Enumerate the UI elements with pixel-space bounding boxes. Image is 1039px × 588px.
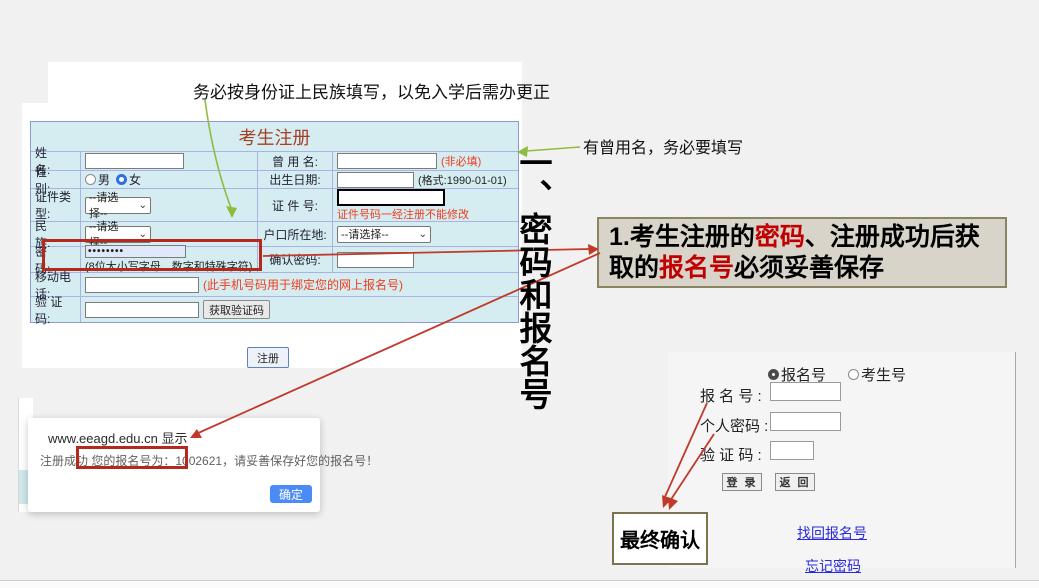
used-name-input[interactable] (337, 153, 437, 169)
birth-label: 出生日期: (258, 171, 333, 188)
male-radio-label[interactable]: 男 (98, 171, 110, 188)
forgot-password-link[interactable]: 忘记密码 (805, 556, 861, 576)
chevron-down-icon: ⌄ (139, 200, 147, 211)
login-password-input[interactable] (770, 412, 841, 431)
captcha-cell: 获取验证码 (81, 297, 518, 322)
id-no-note: 证件号码一经注册不能修改 (337, 206, 469, 222)
annotation-used-name-note: 有曾用名，务必要填写 (583, 134, 743, 158)
gender-cell: 男 女 (81, 171, 258, 188)
chevron-down-icon: ⌄ (139, 229, 147, 240)
residence-cell: --请选择-- ⌄ (333, 222, 518, 246)
dialog-ok-button[interactable]: 确定 (270, 485, 312, 503)
bottom-strip (0, 580, 1039, 588)
back-button[interactable]: 返 回 (775, 473, 815, 491)
note-highlight-regnumber: 报名号 (659, 254, 734, 282)
confirm-password-label: 确认密码: (258, 247, 333, 272)
form-row-name: 姓 名: 曾 用 名: (非必填) (31, 152, 518, 171)
birth-input[interactable] (337, 172, 414, 188)
id-type-select[interactable]: --请选择--⌄ (85, 197, 151, 214)
note-text: 1.考生注册的 (609, 223, 755, 251)
chevron-down-icon: ⌄ (419, 229, 427, 240)
form-row-gender: 性 别: 男 女 出生日期: (格式:1990-01-01) (31, 171, 518, 189)
used-name-note: (非必填) (441, 153, 481, 169)
captcha-input[interactable] (85, 302, 199, 318)
mobile-input[interactable] (85, 277, 199, 293)
dialog-message-suffix: 请妥善保存好您的报名号！ (234, 454, 378, 468)
id-no-label: 证 件 号: (258, 189, 333, 221)
birth-note: (格式:1990-01-01) (418, 172, 507, 188)
female-radio[interactable] (116, 174, 127, 185)
form-row-captcha: 验 证 码: 获取验证码 (31, 297, 518, 322)
confirm-password-input[interactable] (337, 252, 414, 268)
residence-select-value: --请选择-- (341, 226, 389, 242)
login-captcha-input[interactable] (770, 441, 814, 460)
confirm-password-cell (333, 247, 518, 272)
key-point-note-box: 1.考生注册的密码、注册成功后获取的报名号必须妥善保存 (597, 217, 1007, 288)
section-title-vertical: 一、密码和报名号 (517, 146, 550, 410)
login-button[interactable]: 登 录 (722, 473, 762, 491)
used-name-label: 曾 用 名: (258, 152, 333, 170)
form-row-mobile: 移动电话: (此手机号码用于绑定您的网上报名号) (31, 273, 518, 297)
annotation-ethnicity-note: 务必按身份证上民族填写，以免入学后需办更正 (193, 78, 550, 103)
find-regnumber-link[interactable]: 找回报名号 (797, 523, 867, 543)
registration-form: 考生注册 姓 名: 曾 用 名: (非必填) 性 别: 男 女 出生日期: (格… (30, 121, 519, 323)
login-captcha-label: 验 证 码 : (700, 444, 762, 465)
birth-cell: (格式:1990-01-01) (333, 171, 518, 188)
tutorial-slide: 务必按身份证上民族填写，以免入学后需办更正 有曾用名，务必要填写 一、密码和报名… (0, 0, 1039, 588)
id-no-input[interactable] (337, 189, 445, 206)
regnumber-highlight-box (76, 446, 188, 469)
gender-label: 性 别: (31, 171, 81, 188)
get-captcha-button[interactable]: 获取验证码 (203, 300, 270, 319)
login-regnumber-input[interactable] (770, 382, 841, 401)
login-password-label: 个人密码 : (700, 415, 768, 436)
final-confirm-box: 最终确认 (612, 512, 708, 565)
id-type-select-value: --请选择-- (89, 189, 133, 221)
male-radio[interactable] (85, 174, 96, 185)
female-radio-label[interactable]: 女 (129, 171, 141, 188)
login-regnumber-label: 报 名 号 : (700, 385, 762, 406)
name-cell (81, 152, 258, 170)
used-name-cell: (非必填) (333, 152, 518, 170)
mobile-note: (此手机号码用于绑定您的网上报名号) (203, 276, 403, 293)
dialog-title: www.eeagd.edu.cn 显示 (48, 428, 187, 447)
id-type-cell: --请选择-- ⌄ (81, 189, 258, 221)
name-input[interactable] (85, 153, 184, 169)
password-highlight-box (42, 239, 262, 271)
candidate-radio[interactable] (848, 369, 859, 380)
captcha-label: 验 证 码: (31, 297, 81, 322)
note-highlight-password: 密码 (755, 223, 805, 251)
mobile-cell: (此手机号码用于绑定您的网上报名号) (81, 273, 518, 296)
residence-select[interactable]: --请选择-- ⌄ (337, 226, 431, 243)
note-text: 必须妥善保存 (734, 254, 884, 282)
residence-label: 户口所在地: (258, 222, 333, 246)
register-submit-button[interactable]: 注册 (247, 347, 289, 368)
regnumber-radio[interactable] (768, 369, 779, 380)
vertical-divider (1015, 352, 1016, 568)
form-title: 考生注册 (31, 122, 518, 152)
candidate-radio-label[interactable]: 考生号 (861, 364, 906, 385)
id-no-cell: 证件号码一经注册不能修改 (333, 189, 518, 221)
